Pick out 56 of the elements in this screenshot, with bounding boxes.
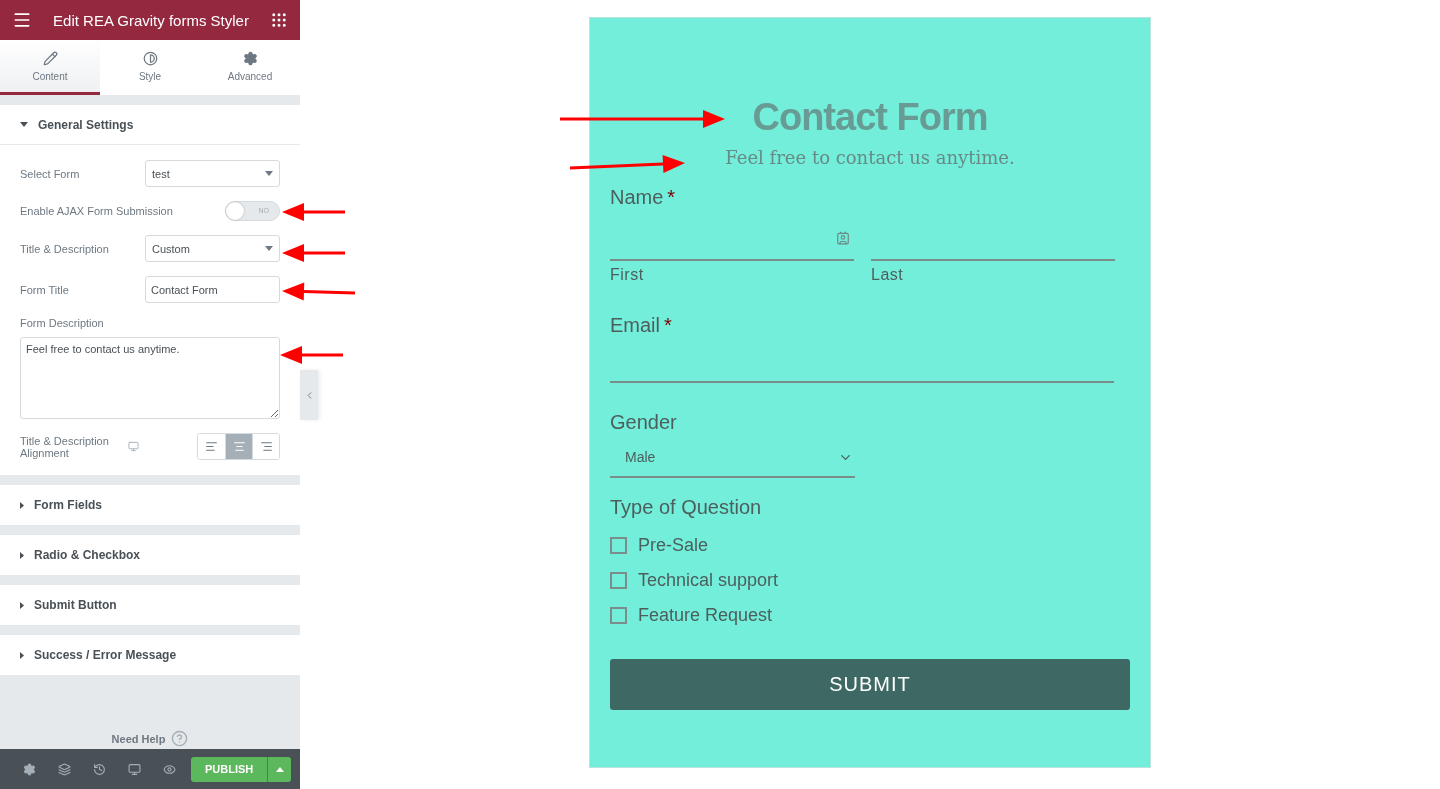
sub-label: Last — [871, 266, 905, 284]
caret-icon — [265, 171, 273, 176]
caret-icon — [20, 601, 24, 609]
checkbox-label: Pre-Sale — [638, 535, 709, 556]
control-label: Select Form — [20, 167, 80, 180]
align-center-icon — [232, 440, 246, 453]
field-label: Email — [610, 314, 660, 337]
caret-icon — [20, 501, 24, 509]
control-label: Form Description — [20, 317, 105, 329]
pencil-icon — [42, 50, 58, 66]
control-label: Title & Description Alignment — [20, 434, 110, 459]
checkbox[interactable] — [610, 572, 627, 589]
sub-label: First — [610, 266, 645, 284]
contact-card-icon — [836, 231, 850, 245]
required-mark: * — [667, 186, 676, 209]
select-field[interactable]: test — [145, 160, 280, 187]
required-mark: * — [664, 314, 672, 337]
caret-icon — [20, 651, 24, 659]
field-label: Gender — [610, 411, 677, 434]
select-field[interactable]: Male — [610, 438, 855, 478]
field-label: Name — [610, 186, 664, 209]
gear-icon — [242, 50, 258, 66]
checkbox[interactable] — [610, 607, 627, 624]
half-circle-icon — [142, 50, 158, 66]
input-field[interactable] — [610, 231, 854, 261]
caret-up-icon — [275, 766, 284, 772]
menu-icon[interactable] — [12, 10, 32, 30]
align-right-icon — [259, 440, 273, 453]
control-label: Title & Description — [20, 242, 109, 255]
control-label: Enable AJAX Form Submission — [20, 205, 173, 217]
annotation-arrow — [282, 244, 345, 262]
checkbox-label: Feature Request — [638, 605, 773, 626]
align-left-icon — [205, 440, 218, 453]
publish-options-button[interactable] — [267, 756, 291, 782]
input-field[interactable]: Contact Form — [145, 276, 280, 303]
panel-title: Edit REA Gravity forms Styler — [53, 11, 249, 29]
caret-icon — [20, 551, 24, 559]
help-link[interactable]: Need Help — [111, 730, 189, 747]
select-field[interactable]: Custom — [145, 235, 280, 262]
monitor-icon[interactable] — [128, 441, 139, 452]
textarea-field[interactable]: Feel free to contact us anytime. — [20, 337, 280, 419]
checkbox[interactable] — [610, 537, 627, 554]
apps-grid-icon[interactable] — [270, 11, 288, 29]
field-label: Type of Question — [610, 496, 762, 519]
control-label: Form Title — [20, 283, 69, 296]
checkbox-label: Technical support — [638, 570, 779, 591]
annotation-arrow — [280, 346, 343, 364]
caret-icon — [20, 122, 28, 127]
help-icon — [171, 730, 189, 747]
align-button[interactable] — [225, 434, 252, 459]
align-button[interactable] — [252, 434, 279, 459]
form-description: Feel free to contact us anytime. — [725, 147, 1015, 168]
submit-button[interactable]: SUBMIT — [610, 659, 1130, 710]
annotation-arrow — [282, 203, 345, 221]
caret-icon — [265, 246, 273, 251]
form-title: Contact Form — [752, 96, 988, 139]
